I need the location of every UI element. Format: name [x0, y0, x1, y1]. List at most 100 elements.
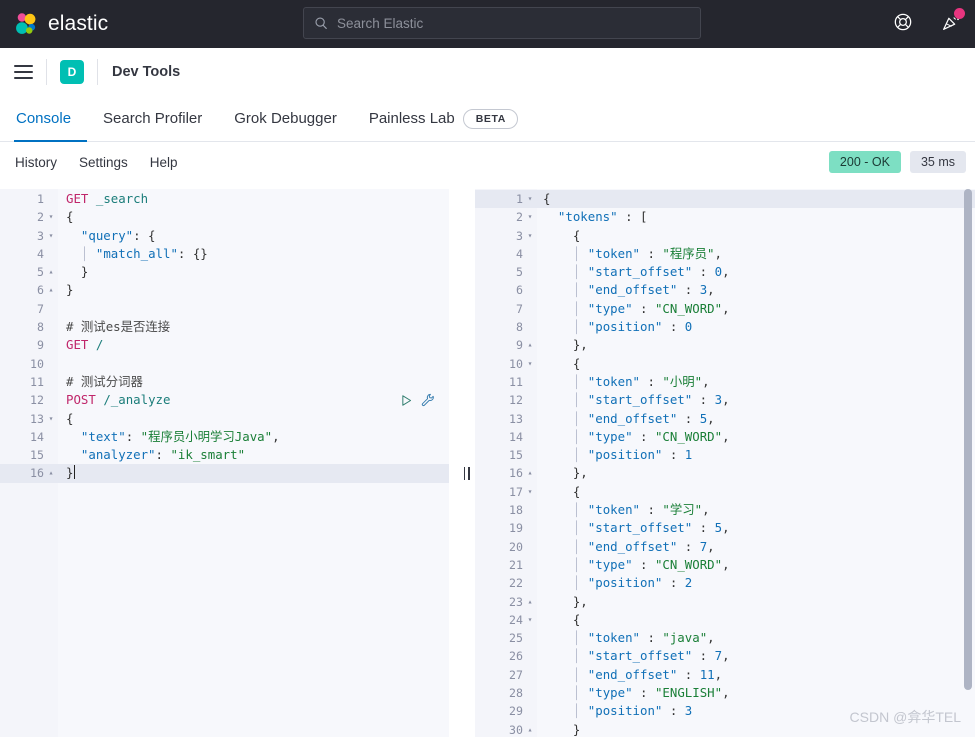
code-line: 10 — [0, 355, 457, 373]
code-text: }, — [572, 465, 588, 481]
search-input[interactable] — [337, 15, 690, 31]
line-number: 29 — [509, 704, 523, 719]
code-text: │ "position" : 1 — [572, 447, 693, 463]
fold-toggle-icon[interactable]: ▾ — [523, 611, 537, 629]
editor-scroll-track[interactable] — [449, 189, 457, 737]
line-number: 5 — [37, 265, 44, 280]
line-number: 2 — [516, 210, 523, 225]
code-text: │ "position" : 3 — [572, 703, 693, 719]
play-run-icon[interactable] — [400, 394, 413, 407]
code-text: │ "type" : "ENGLISH", — [572, 685, 730, 701]
code-line: 15 │ "position" : 1 — [475, 446, 975, 464]
settings-link[interactable]: Settings — [79, 155, 128, 170]
code-text: }, — [572, 337, 588, 353]
code-line: 16 ▴ }, — [475, 464, 975, 482]
request-editor-pane[interactable]: 1 GET _search 2 ▾{3 ▾ "query": {4 │ "match_a… — [0, 189, 458, 737]
line-number: 8 — [37, 320, 44, 335]
tab-grok-debugger[interactable]: Grok Debugger — [218, 96, 353, 141]
line-number: 5 — [516, 265, 523, 280]
tab-painless-lab-label: Painless Lab — [368, 110, 455, 127]
code-line: 5 ▴ } — [0, 263, 457, 281]
code-line: 17 ▾ { — [475, 483, 975, 501]
history-link[interactable]: History — [15, 155, 57, 170]
code-line: 19 │ "start_offset" : 5, — [475, 519, 975, 537]
fold-toggle-icon[interactable]: ▾ — [44, 208, 58, 226]
line-number: 7 — [516, 301, 523, 316]
code-text: │ "token" : "java", — [572, 630, 715, 646]
fold-toggle-icon[interactable]: ▴ — [523, 336, 537, 354]
code-text: { — [66, 410, 74, 426]
fold-toggle-icon[interactable]: ▾ — [523, 208, 537, 226]
request-editor-code[interactable]: 1 GET _search 2 ▾{3 ▾ "query": {4 │ "match_a… — [0, 189, 457, 483]
code-text: │ "position" : 0 — [572, 319, 693, 335]
code-line: 8 │ "position" : 0 — [475, 318, 975, 336]
fold-toggle-icon[interactable]: ▴ — [44, 281, 58, 299]
fold-toggle-icon[interactable]: ▾ — [523, 483, 537, 501]
fold-toggle-icon[interactable]: ▴ — [44, 464, 58, 482]
code-line: 16 ▴} — [0, 464, 457, 483]
fold-toggle-icon[interactable]: ▾ — [523, 227, 537, 245]
tab-console-label: Console — [16, 110, 72, 127]
code-text: # 测试es是否连接 — [66, 319, 171, 335]
code-line: 3 ▾ "query": { — [0, 227, 457, 245]
app-bar-divider-left — [46, 58, 47, 85]
code-text: # 测试分词器 — [66, 373, 143, 389]
dev-tools-app-badge[interactable]: D — [60, 59, 84, 84]
wrench-settings-icon[interactable] — [421, 393, 435, 407]
page-title: Dev Tools — [97, 58, 180, 85]
fold-toggle-icon[interactable]: ▾ — [523, 190, 537, 208]
brand-name: elastic — [48, 12, 109, 35]
request-actions[interactable] — [400, 393, 435, 407]
code-text: │ "type" : "CN_WORD", — [572, 428, 730, 444]
fold-toggle-icon[interactable]: ▾ — [44, 410, 58, 428]
hamburger-menu-icon[interactable] — [0, 48, 46, 96]
elastic-brand[interactable]: elastic — [0, 11, 300, 37]
code-line: 29 │ "position" : 3 — [475, 702, 975, 720]
tab-search-profiler-label: Search Profiler — [103, 110, 203, 127]
line-number: 6 — [37, 283, 44, 298]
code-line: 1 ▾ { — [475, 190, 975, 209]
code-line: 2 ▾ "tokens" : [ — [475, 208, 975, 226]
output-scrollbar-thumb[interactable] — [964, 189, 972, 690]
news-badge — [954, 7, 965, 19]
code-line: 12 POST /_analyze — [0, 391, 457, 409]
line-number: 15 — [509, 448, 523, 463]
line-number: 6 — [516, 283, 523, 298]
help-link[interactable]: Help — [150, 155, 178, 170]
global-search-box[interactable] — [303, 7, 701, 39]
fold-toggle-icon[interactable]: ▴ — [523, 721, 537, 737]
code-line: 14 "text": "程序员小明学习Java", — [0, 428, 457, 446]
response-output-pane[interactable]: 1 ▾{2 ▾ "tokens" : [3 ▾ {4 │ "token" : "程序员… — [475, 189, 975, 737]
fold-toggle-icon[interactable]: ▴ — [44, 263, 58, 281]
code-text: } — [572, 721, 581, 737]
party-popper-news-icon[interactable] — [941, 7, 965, 37]
fold-toggle-icon[interactable]: ▴ — [523, 464, 537, 482]
code-text: │ "end_offset" : 7, — [572, 538, 715, 554]
line-number: 18 — [509, 503, 523, 518]
line-number: 10 — [30, 356, 44, 371]
code-text: "tokens" : [ — [557, 209, 648, 225]
fold-toggle-icon[interactable]: ▾ — [523, 355, 537, 373]
fold-toggle-icon[interactable]: ▾ — [44, 227, 58, 245]
line-number: 13 — [30, 411, 44, 426]
code-line: 9 ▴ }, — [475, 336, 975, 354]
code-line: 1 GET _search — [0, 190, 457, 208]
code-text: { — [572, 611, 581, 627]
code-text: { — [572, 227, 581, 243]
line-number: 3 — [37, 228, 44, 243]
code-text: } — [66, 282, 74, 298]
line-number: 30 — [509, 722, 523, 737]
tab-console[interactable]: Console — [14, 96, 88, 142]
code-line: 18 │ "token" : "学习", — [475, 501, 975, 519]
code-line: 13 ▾ { — [0, 410, 457, 428]
tab-painless-lab[interactable]: Painless Lab BETA — [353, 96, 534, 141]
pane-splitter-handle[interactable] — [458, 189, 475, 737]
code-text: │ "position" : 2 — [572, 575, 693, 591]
code-text: │ "start_offset" : 7, — [572, 648, 730, 664]
lifebuoy-help-icon[interactable] — [893, 12, 913, 37]
code-text: │ "match_all": {} — [80, 245, 208, 261]
line-number: 10 — [509, 356, 523, 371]
tab-search-profiler[interactable]: Search Profiler — [87, 96, 218, 141]
fold-toggle-icon[interactable]: ▴ — [523, 593, 537, 611]
code-line: 7 │ "type" : "CN_WORD", — [475, 300, 975, 318]
